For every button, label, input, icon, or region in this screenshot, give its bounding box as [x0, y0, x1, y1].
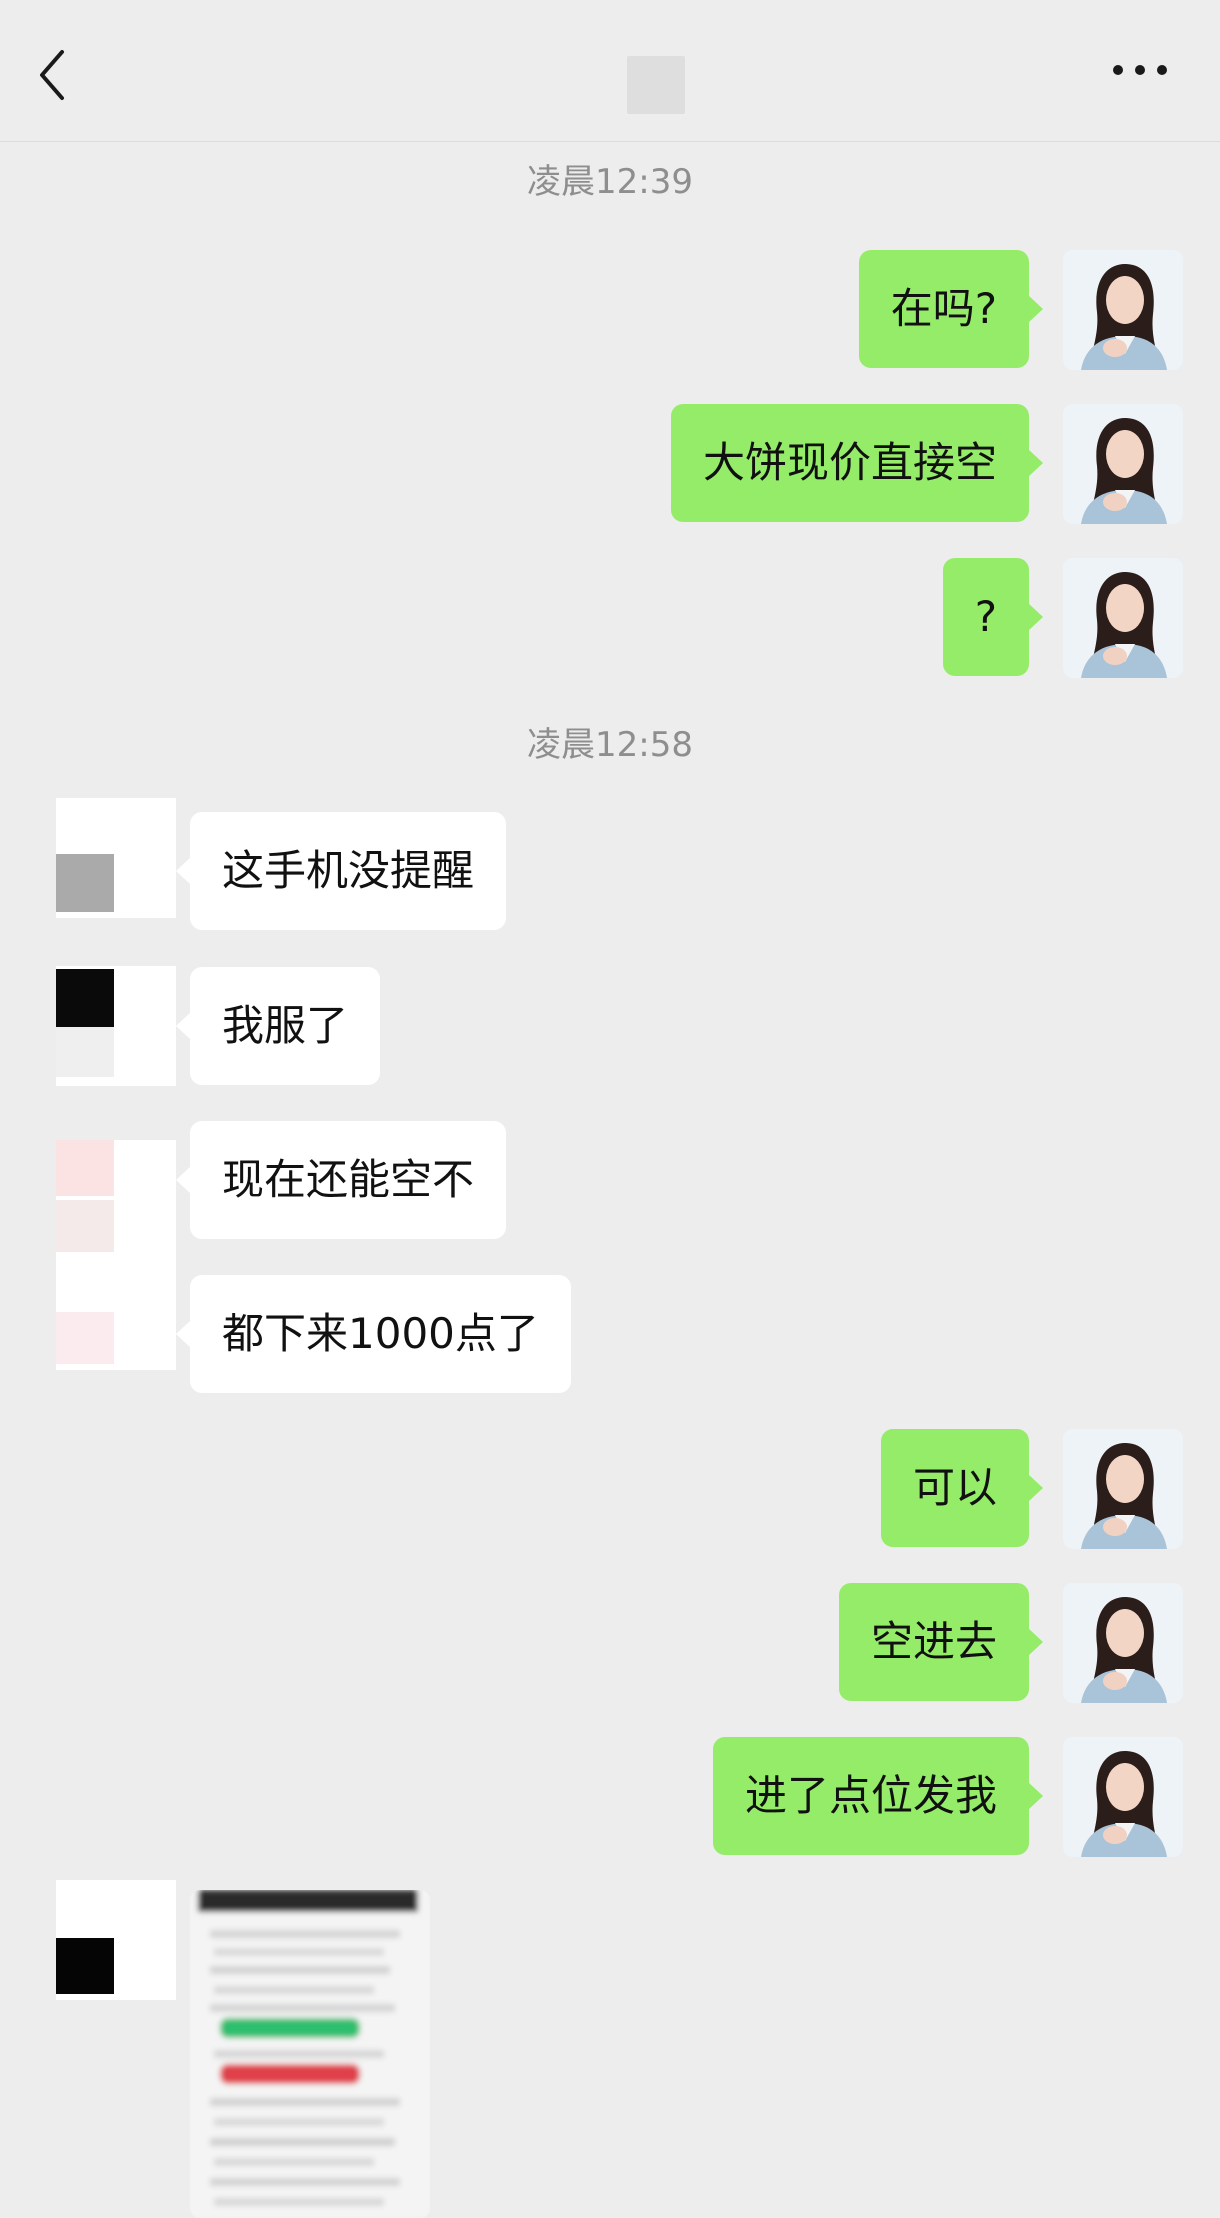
message-bubble-incoming[interactable]: 这手机没提醒: [175, 812, 507, 930]
message-bubble-outgoing[interactable]: 空进去: [838, 1583, 1044, 1701]
message-bubble-incoming[interactable]: 我服了: [175, 967, 381, 1085]
avatar-fragment: [56, 969, 114, 1027]
chat-title: [627, 56, 685, 114]
avatar-fragment: [56, 854, 114, 912]
user-portrait-icon: [1063, 250, 1183, 370]
avatar[interactable]: [56, 1140, 176, 1370]
avatar[interactable]: [1063, 1583, 1183, 1703]
chat-header: [0, 0, 1220, 142]
message-bubble-outgoing[interactable]: 进了点位发我: [712, 1737, 1044, 1855]
avatar[interactable]: [56, 798, 176, 918]
timestamp: 凌晨12:39: [527, 162, 693, 202]
chevron-left-icon[interactable]: [34, 48, 74, 102]
message-bubble-incoming[interactable]: 现在还能空不: [175, 1121, 507, 1239]
avatar[interactable]: [1063, 1429, 1183, 1549]
timestamp: 凌晨12:58: [527, 725, 693, 765]
message-bubble-outgoing[interactable]: ?: [942, 558, 1044, 676]
user-portrait-icon: [1063, 558, 1183, 678]
message-bubble-incoming[interactable]: 都下来1000点了: [176, 1275, 571, 1393]
user-portrait-icon: [1063, 1583, 1183, 1703]
avatar[interactable]: [56, 966, 176, 1086]
avatar[interactable]: [1063, 1737, 1183, 1857]
message-bubble-outgoing[interactable]: 在吗?: [858, 250, 1044, 368]
message-bubble-outgoing[interactable]: 可以: [880, 1429, 1044, 1547]
avatar[interactable]: [56, 1880, 176, 2000]
avatar-fragment: [56, 1027, 114, 1077]
blurred-screenshot-thumbnail: [190, 1890, 430, 2218]
image-message[interactable]: [190, 1890, 430, 2218]
avatar-fragment: [56, 1200, 114, 1252]
ellipsis-icon[interactable]: [1110, 60, 1170, 80]
avatar[interactable]: [1063, 558, 1183, 678]
avatar[interactable]: [1063, 404, 1183, 524]
avatar-fragment: [56, 1140, 114, 1196]
avatar[interactable]: [1063, 250, 1183, 370]
user-portrait-icon: [1063, 1429, 1183, 1549]
avatar-fragment: [56, 1312, 114, 1364]
user-portrait-icon: [1063, 1737, 1183, 1857]
message-bubble-outgoing[interactable]: 大饼现价直接空: [670, 404, 1044, 522]
avatar-fragment: [56, 1938, 114, 1994]
user-portrait-icon: [1063, 404, 1183, 524]
